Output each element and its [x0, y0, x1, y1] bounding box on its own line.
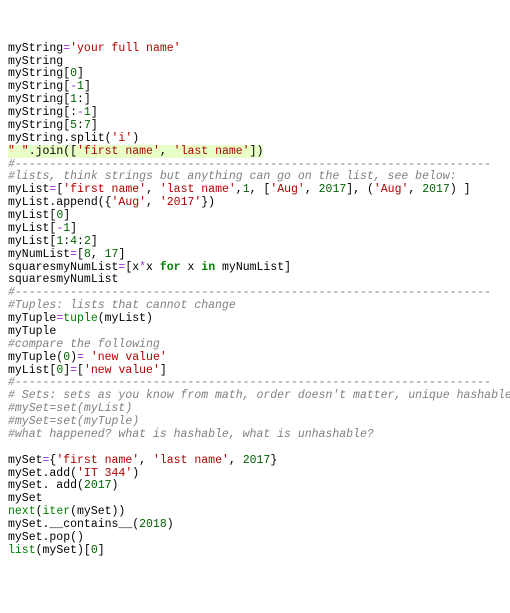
comment-line: #mySet=set(myTuple) — [8, 415, 139, 428]
code-line: myList.append({'Aug', '2017'}) — [8, 196, 215, 209]
code-line: mySet.pop() — [8, 531, 84, 544]
comment-line: #---------------------------------------… — [8, 286, 491, 299]
code-line: myString[:-1] — [8, 106, 98, 119]
code-line: myString[0] — [8, 67, 84, 80]
code-line: myNumList=[8, 17] — [8, 248, 125, 261]
code-line: mySet.add('IT 344') — [8, 467, 139, 480]
comment-line: #---------------------------------------… — [8, 158, 491, 171]
code-line: mySet. add(2017) — [8, 479, 118, 492]
code-line: myList=['first name', 'last name',1, ['A… — [8, 183, 471, 196]
code-line: myList[-1] — [8, 222, 77, 235]
code-line: " ".join(['first name', 'last name']) — [8, 145, 263, 158]
code-line: myList[0] — [8, 209, 70, 222]
code-line: myString[5:7] — [8, 119, 98, 132]
code-line: list(mySet)[0] — [8, 544, 105, 557]
comment-line: #what happened? what is hashable, what i… — [8, 428, 374, 441]
comment-line: #lists, think strings but anything can g… — [8, 170, 457, 183]
code-line: mySet={'first name', 'last name', 2017} — [8, 454, 277, 467]
code-line: mySet.__contains__(2018) — [8, 518, 174, 531]
code-line: squaresmyNumList — [8, 273, 118, 286]
code-line: mySet — [8, 492, 43, 505]
code-line: myTuple=tuple(myList) — [8, 312, 153, 325]
code-block: myString='your full name' myString myStr… — [8, 43, 502, 558]
comment-line: #---------------------------------------… — [8, 376, 491, 389]
blank-line — [8, 441, 15, 454]
comment-line: #compare the following — [8, 338, 160, 351]
code-line: myString[-1] — [8, 80, 91, 93]
comment-line: #Tuples: lists that cannot change — [8, 299, 236, 312]
comment-line: #mySet=set(myList) — [8, 402, 132, 415]
code-line: myTuple — [8, 325, 56, 338]
code-line: next(iter(mySet)) — [8, 505, 125, 518]
code-line: myList[1:4:2] — [8, 235, 98, 248]
code-line: myList[0]=['new value'] — [8, 364, 167, 377]
code-line: myString[1:] — [8, 93, 91, 106]
code-line: myString.split('i') — [8, 132, 139, 145]
comment-line: # Sets: sets as you know from math, orde… — [8, 389, 510, 402]
code-line: myTuple(0)= 'new value' — [8, 351, 167, 364]
code-line: squaresmyNumList=[x*x for x in myNumList… — [8, 261, 291, 274]
code-line: myString — [8, 55, 63, 68]
code-line: myString='your full name' — [8, 42, 181, 55]
